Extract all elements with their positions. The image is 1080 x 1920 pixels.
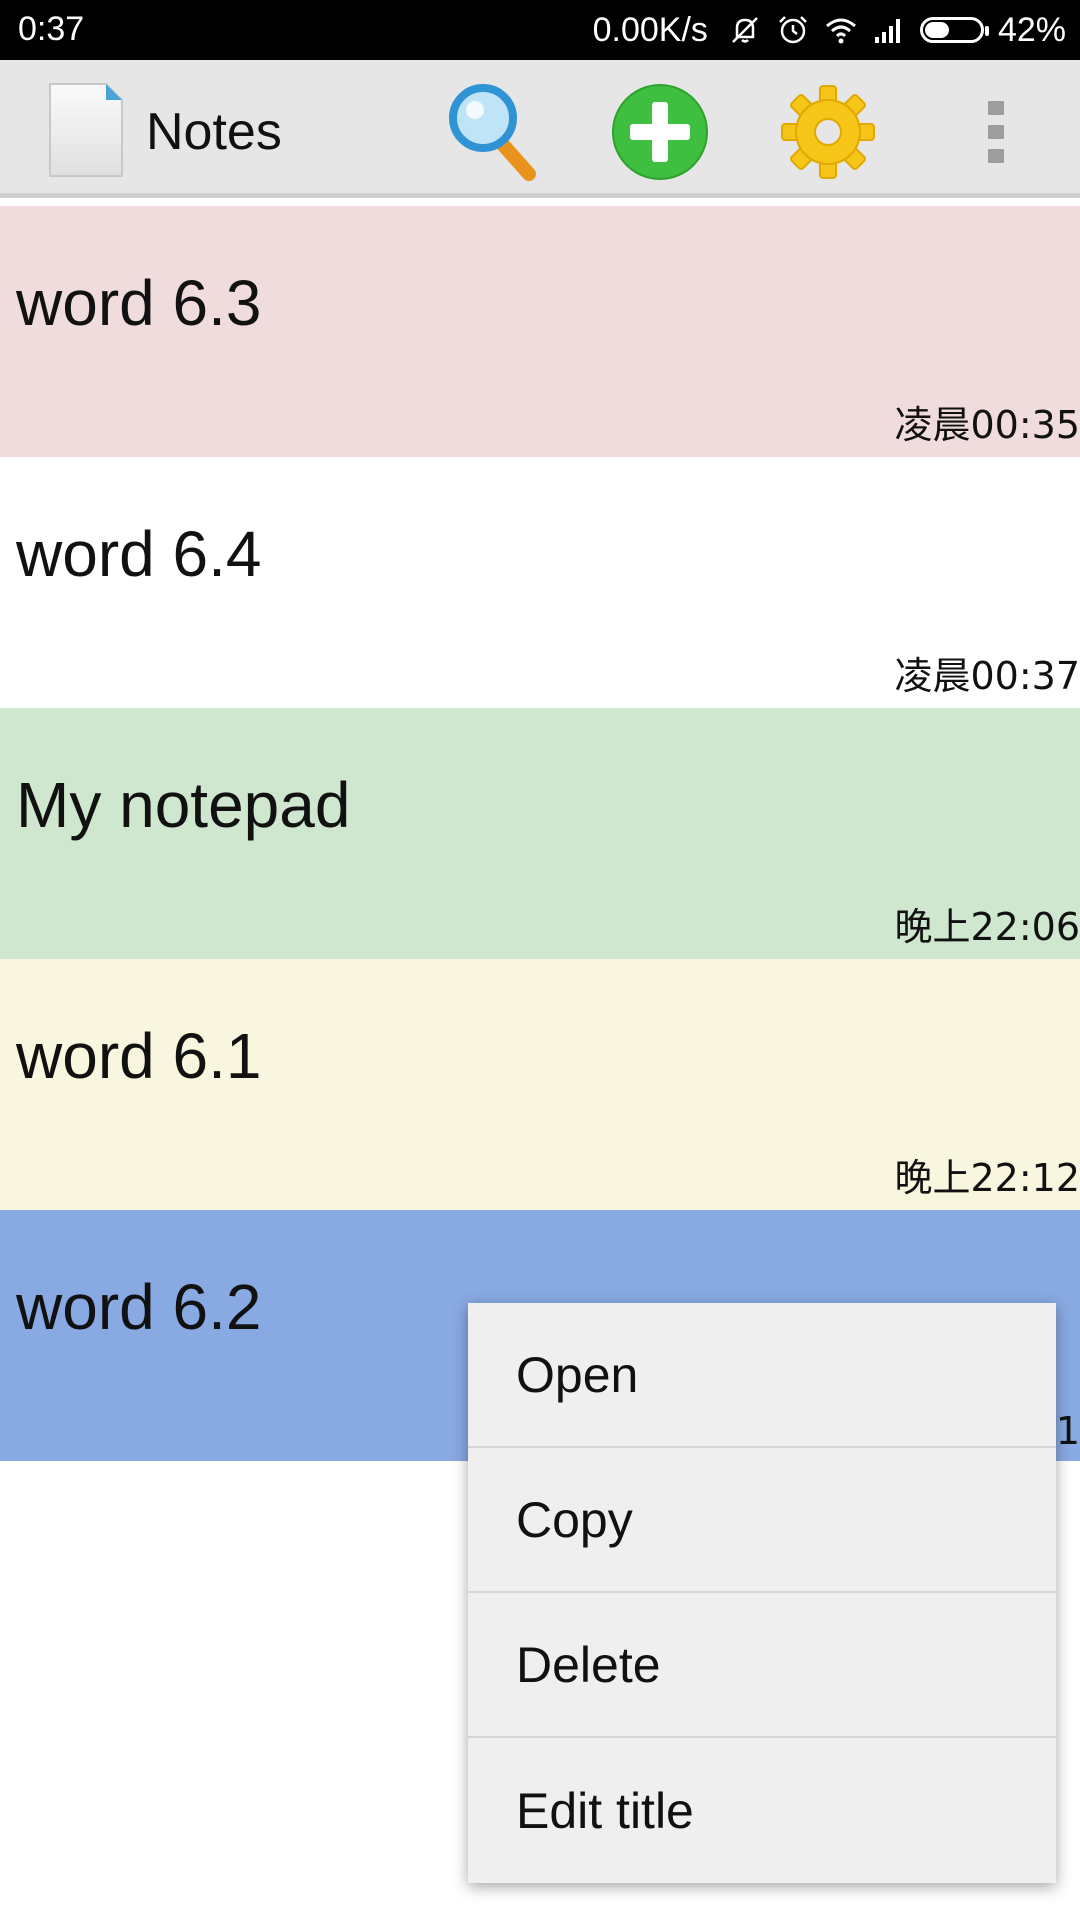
notes-list: word 6.3 凌晨00:35 word 6.4 凌晨00:37 My not…: [0, 206, 1080, 1461]
more-icon: [988, 101, 1004, 163]
note-item[interactable]: word 6.4 凌晨00:37: [0, 457, 1080, 708]
alarm-icon: [779, 16, 807, 44]
menu-item-open[interactable]: Open: [468, 1303, 1056, 1448]
status-icons: 0.00K/s 42%: [593, 8, 1066, 52]
app-bar: Notes: [0, 60, 1080, 198]
note-time: 晚上22:06: [894, 905, 1080, 949]
note-title: word 6.2: [16, 1271, 262, 1343]
overflow-menu-button[interactable]: [946, 82, 1046, 182]
status-time: 0:37: [18, 10, 85, 48]
note-title: word 6.1: [16, 1020, 262, 1092]
search-icon: [449, 84, 536, 181]
note-item[interactable]: My notepad 晚上22:06: [0, 708, 1080, 959]
wifi-icon: [825, 18, 856, 44]
note-time: 1: [1055, 1409, 1080, 1453]
menu-item-delete[interactable]: Delete: [468, 1593, 1056, 1738]
context-menu: Open Copy Delete Edit title: [468, 1303, 1056, 1883]
status-bar: 0:37 0.00K/s 42%: [0, 0, 1080, 60]
note-title: My notepad: [16, 769, 351, 841]
battery-icon: [919, 17, 989, 43]
signal-icon: [874, 19, 900, 43]
settings-button[interactable]: [778, 82, 878, 182]
app-title: Notes: [146, 103, 282, 161]
settings-icon: [781, 85, 875, 179]
network-speed: 0.00K/s: [592, 10, 708, 49]
add-icon: [612, 84, 708, 180]
note-time: 凌晨00:37: [894, 654, 1080, 698]
notes-app-icon: [49, 83, 123, 177]
note-item[interactable]: word 6.1 晚上22:12: [0, 959, 1080, 1210]
note-title: word 6.4: [16, 518, 262, 590]
battery-percent: 42%: [997, 10, 1066, 49]
menu-item-copy[interactable]: Copy: [468, 1448, 1056, 1593]
add-note-button[interactable]: [610, 82, 710, 182]
note-time: 晚上22:12: [894, 1156, 1080, 1200]
note-title: word 6.3: [16, 267, 262, 339]
mute-icon: [732, 17, 758, 43]
search-button[interactable]: [443, 82, 543, 182]
note-time: 凌晨00:35: [894, 403, 1080, 447]
menu-item-edit-title[interactable]: Edit title: [468, 1738, 1056, 1883]
note-item[interactable]: word 6.3 凌晨00:35: [0, 206, 1080, 457]
